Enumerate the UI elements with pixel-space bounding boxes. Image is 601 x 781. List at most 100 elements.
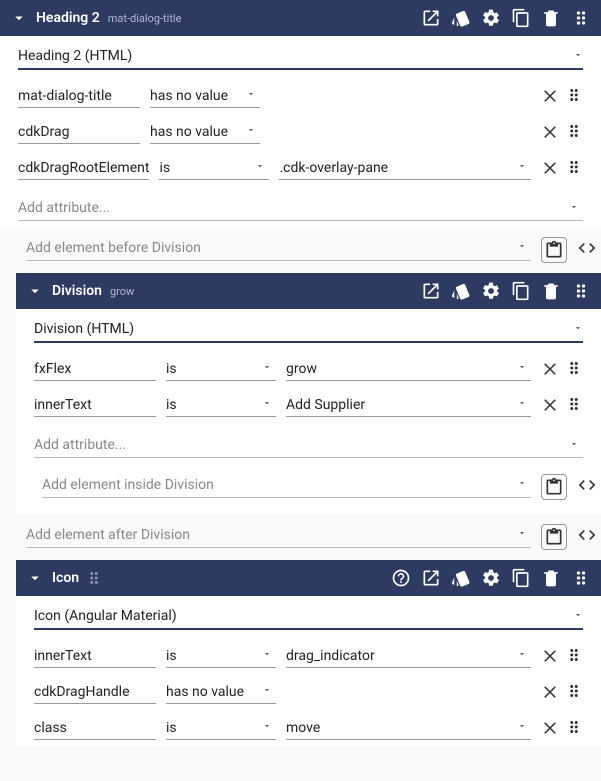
dropdown-caret[interactable] (573, 321, 583, 337)
node-header[interactable]: Heading 2 mat-dialog-title (0, 0, 601, 36)
paste-button[interactable] (541, 524, 567, 550)
insert-element-bar: Add element before Division (16, 231, 601, 269)
dropdown-caret[interactable] (569, 202, 583, 215)
style-icon[interactable] (449, 279, 473, 303)
drag-handle-icon[interactable] (569, 6, 593, 30)
dropdown-caret[interactable] (262, 362, 276, 375)
dropdown-caret[interactable] (573, 48, 583, 64)
paste-button[interactable] (541, 237, 567, 263)
remove-attr-icon[interactable] (541, 646, 559, 668)
attr-value-field[interactable]: Add Supplier (286, 395, 531, 417)
attr-name-field[interactable]: mat-dialog-title (18, 86, 140, 108)
attr-name-field[interactable]: innerText (34, 646, 156, 668)
collapse-chevron-icon[interactable] (8, 7, 30, 29)
remove-attr-icon[interactable] (541, 158, 559, 180)
reorder-attr-icon[interactable] (565, 86, 583, 108)
attr-operator-field[interactable]: is (166, 646, 276, 668)
remove-attr-icon[interactable] (541, 86, 559, 108)
copy-icon[interactable] (509, 6, 533, 30)
dropdown-caret[interactable] (517, 161, 531, 174)
paste-button[interactable] (541, 474, 567, 500)
attr-operator-field[interactable]: has no value (166, 682, 276, 704)
element-type-select[interactable]: Icon (Angular Material) (34, 608, 583, 630)
reorder-attr-icon[interactable] (565, 395, 583, 417)
dropdown-caret[interactable] (262, 721, 276, 734)
style-icon[interactable] (449, 566, 473, 590)
dropdown-caret[interactable] (569, 439, 583, 452)
open-in-new-icon[interactable] (419, 566, 443, 590)
dropdown-caret[interactable] (517, 721, 531, 734)
element-type-select[interactable]: Heading 2 (HTML) (18, 48, 583, 70)
dropdown-caret[interactable] (517, 528, 531, 541)
style-icon[interactable] (449, 6, 473, 30)
dropdown-caret[interactable] (246, 125, 260, 138)
attr-name-field[interactable]: innerText (34, 395, 156, 417)
remove-attr-icon[interactable] (541, 359, 559, 381)
insert-element-input[interactable]: Add element before Division (26, 240, 531, 261)
collapse-chevron-icon[interactable] (24, 280, 46, 302)
attr-operator-field[interactable]: has no value (150, 122, 260, 144)
reorder-attr-icon[interactable] (565, 646, 583, 668)
code-button[interactable] (577, 475, 597, 499)
dropdown-caret[interactable] (262, 649, 276, 662)
code-button[interactable] (577, 525, 597, 549)
trash-icon[interactable] (539, 6, 563, 30)
attr-name-field[interactable]: cdkDragRootElement (18, 158, 149, 180)
add-attribute-input[interactable]: Add attribute... (18, 194, 583, 221)
code-button[interactable] (577, 238, 597, 262)
node-header[interactable]: Icon (16, 560, 601, 596)
gear-icon[interactable] (479, 566, 503, 590)
dropdown-caret[interactable] (255, 161, 269, 174)
reorder-attr-icon[interactable] (565, 359, 583, 381)
attr-operator-field[interactable]: is (159, 158, 269, 180)
dropdown-caret[interactable] (262, 685, 276, 698)
reorder-attr-icon[interactable] (565, 718, 583, 740)
dropdown-caret[interactable] (262, 398, 276, 411)
dropdown-caret[interactable] (573, 608, 583, 624)
element-type-select[interactable]: Division (HTML) (34, 321, 583, 343)
gear-icon[interactable] (479, 279, 503, 303)
insert-element-input[interactable]: Add element inside Division (42, 477, 531, 498)
add-attribute-input[interactable]: Add attribute... (34, 431, 583, 458)
attr-name-field[interactable]: fxFlex (34, 359, 156, 381)
trash-icon[interactable] (539, 279, 563, 303)
attr-value-field[interactable]: drag_indicator (286, 646, 531, 668)
reorder-attr-icon[interactable] (565, 122, 583, 144)
dropdown-caret[interactable] (517, 398, 531, 411)
trash-icon[interactable] (539, 566, 563, 590)
attr-name-field[interactable]: class (34, 718, 156, 740)
insert-element-input[interactable]: Add element after Division (26, 527, 531, 548)
dropdown-caret[interactable] (517, 362, 531, 375)
node-header[interactable]: Division grow (16, 273, 601, 309)
drag-handle-icon[interactable] (569, 279, 593, 303)
attr-operator-field[interactable]: is (166, 395, 276, 417)
attr-operator-field[interactable]: is (166, 718, 276, 740)
gear-icon[interactable] (479, 6, 503, 30)
help-icon[interactable] (389, 566, 413, 590)
open-in-new-icon[interactable] (419, 279, 443, 303)
copy-icon[interactable] (509, 279, 533, 303)
remove-attr-icon[interactable] (541, 682, 559, 704)
dropdown-caret[interactable] (517, 241, 531, 254)
dropdown-caret[interactable] (517, 478, 531, 491)
reorder-attr-icon[interactable] (565, 158, 583, 180)
copy-icon[interactable] (509, 566, 533, 590)
attr-value-field[interactable]: grow (286, 359, 531, 381)
dropdown-caret[interactable] (517, 649, 531, 662)
remove-attr-icon[interactable] (541, 122, 559, 144)
attr-operator-field[interactable]: has no value (150, 86, 260, 108)
attr-name-field[interactable]: cdkDragHandle (34, 682, 156, 704)
node-title: Heading 2 (36, 10, 100, 26)
attr-value-field[interactable]: move (286, 718, 531, 740)
dropdown-caret[interactable] (246, 89, 260, 102)
drag-handle-icon[interactable] (569, 566, 593, 590)
attr-operator-field[interactable]: is (166, 359, 276, 381)
attr-row: mat-dialog-title has no value (18, 86, 583, 108)
collapse-chevron-icon[interactable] (24, 567, 46, 589)
open-in-new-icon[interactable] (419, 6, 443, 30)
remove-attr-icon[interactable] (541, 718, 559, 740)
remove-attr-icon[interactable] (541, 395, 559, 417)
attr-value-field[interactable]: .cdk-overlay-pane (279, 158, 531, 180)
attr-name-field[interactable]: cdkDrag (18, 122, 140, 144)
reorder-attr-icon[interactable] (565, 682, 583, 704)
